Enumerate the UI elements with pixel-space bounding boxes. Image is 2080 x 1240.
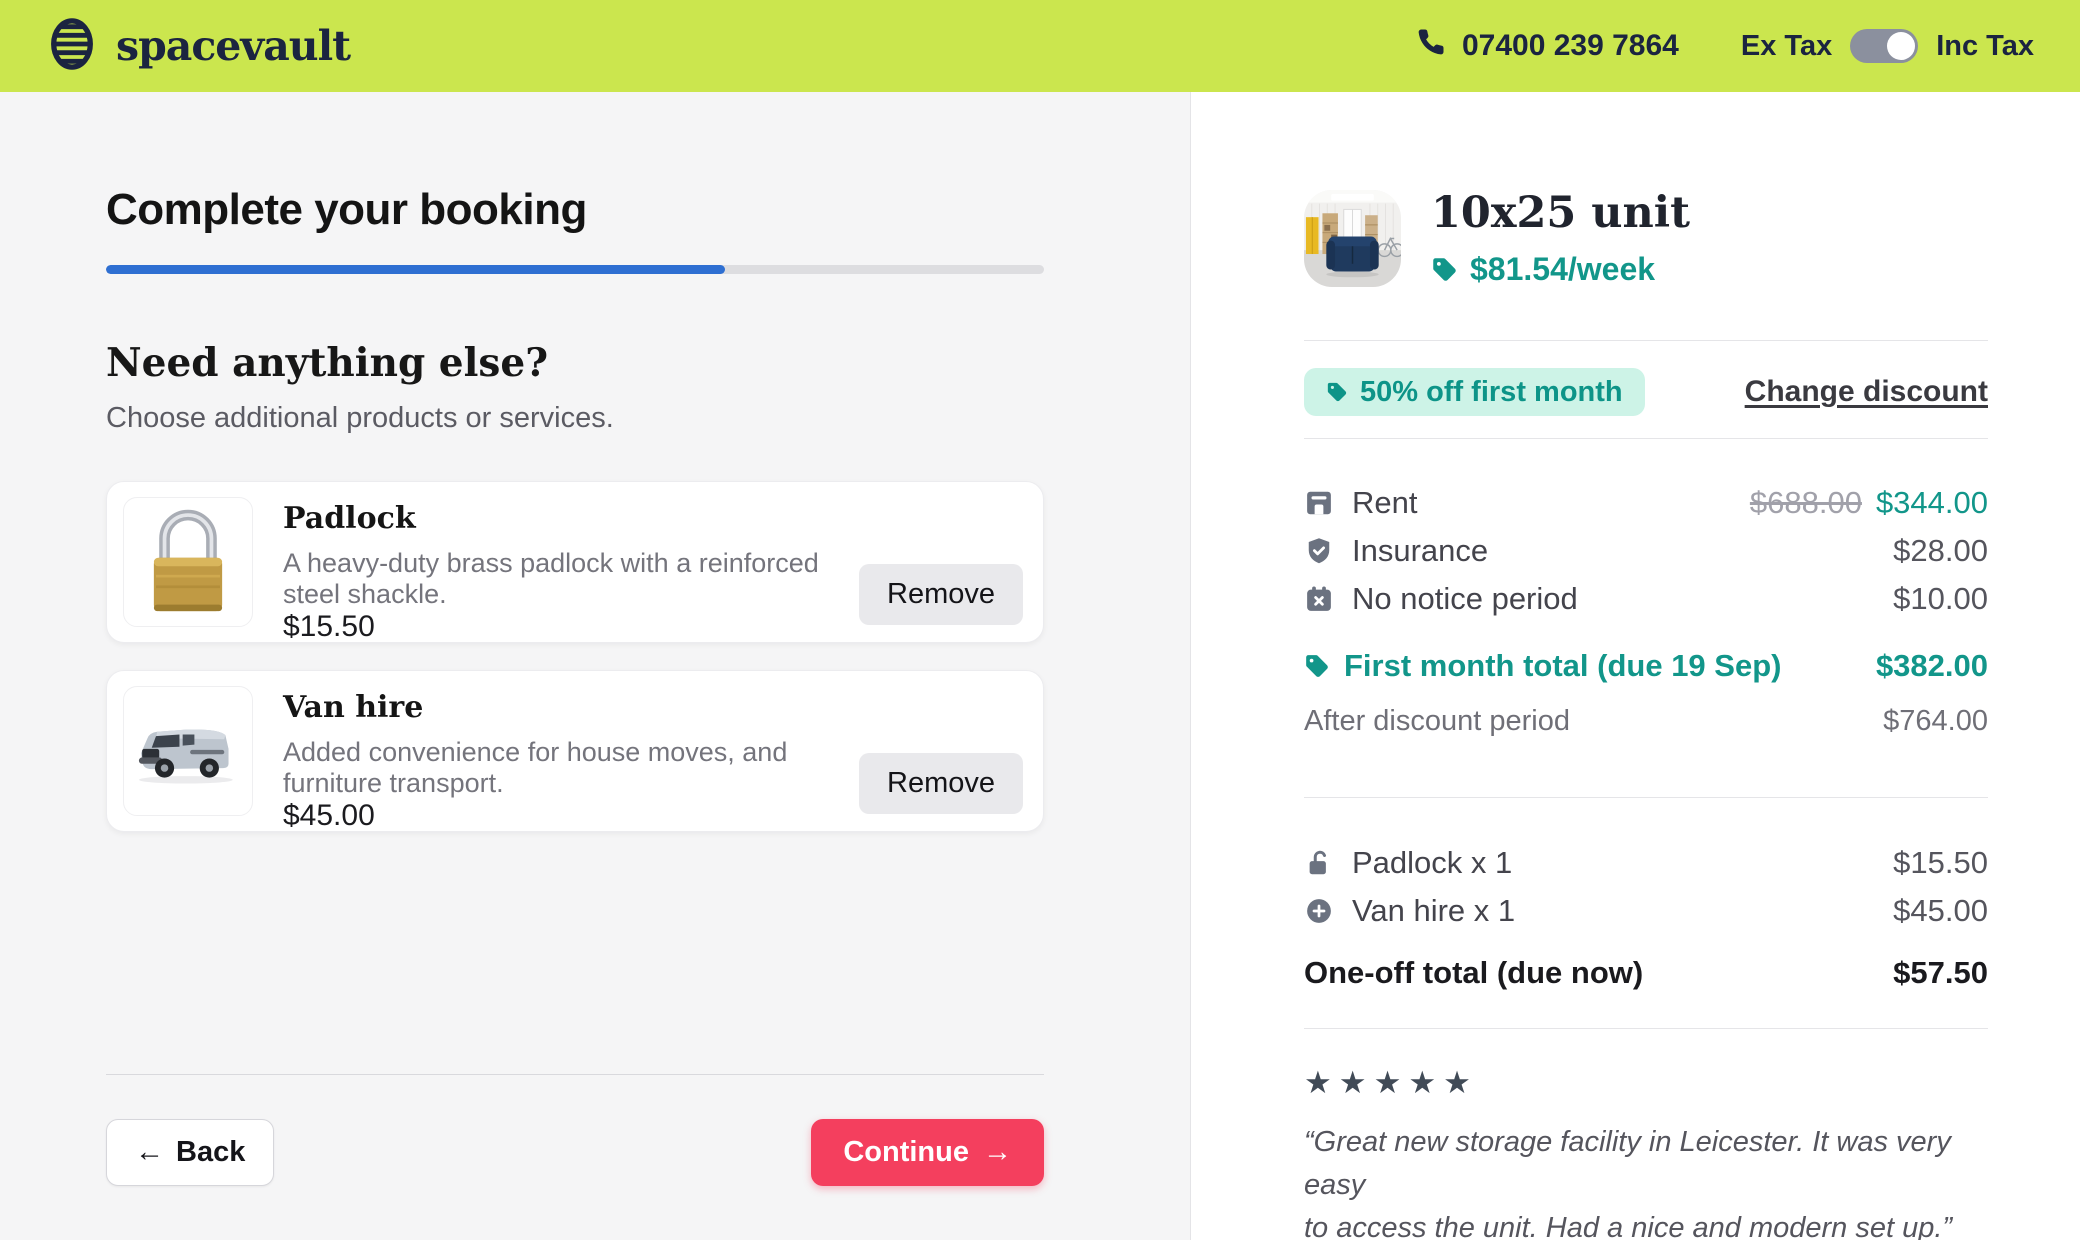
cost-label: Rent (1352, 485, 1417, 521)
first-month-total-price: $382.00 (1876, 648, 1988, 684)
discount-badge-label: 50% off first month (1360, 376, 1623, 409)
first-month-total-label: First month total (due 19 Sep) (1344, 648, 1781, 684)
unit-rate-text: $81.54/week (1470, 251, 1655, 288)
addon-info: Padlock A heavy-duty brass padlock with … (283, 497, 829, 627)
spacevault-logo-icon (46, 15, 98, 78)
one-off-total-label: One-off total (due now) (1304, 955, 1643, 991)
tax-toggle-group: Ex Tax Inc Tax (1741, 29, 2034, 63)
notice-price: $10.00 (1893, 581, 1988, 617)
header-right: 07400 239 7864 Ex Tax Inc Tax (1416, 27, 2034, 65)
divider (1304, 1028, 1988, 1029)
after-discount-label: After discount period (1304, 705, 1570, 738)
one-off-row-padlock: Padlock x 1 $15.50 (1304, 839, 1988, 887)
after-discount-price: $764.00 (1883, 705, 1988, 738)
addon-name: Padlock (283, 501, 829, 536)
summary-pane: 10x25 unit $81.54/week 50% off first mon… (1191, 92, 2080, 1240)
insurance-price: $28.00 (1893, 533, 1988, 569)
unit-rate: $81.54/week (1431, 251, 1690, 288)
discount-row: 50% off first month Change discount (1304, 368, 1988, 416)
addon-name: Van hire (283, 690, 829, 725)
footer-divider (106, 1074, 1044, 1075)
section-subtitle: Choose additional products or services. (106, 402, 1044, 435)
plus-circle-icon (1304, 896, 1334, 926)
arrow-left-icon: ← (135, 1136, 164, 1169)
rent-original-price: $688.00 (1750, 485, 1862, 520)
remove-button[interactable]: Remove (859, 753, 1023, 814)
footer-row: ← Back Continue → (106, 1119, 1044, 1186)
addon-price: $45.00 (283, 799, 829, 833)
phone-number: 07400 239 7864 (1462, 29, 1679, 63)
cost-label: Insurance (1352, 533, 1488, 569)
brand: spacevault (46, 15, 350, 78)
ex-tax-label: Ex Tax (1741, 30, 1832, 63)
addon-description: Added convenience for house moves, and f… (283, 737, 829, 799)
cost-row-rent: Rent $688.00 $344.00 (1304, 479, 1988, 527)
one-off-total-row: One-off total (due now) $57.50 (1304, 951, 1988, 995)
brand-name: spacevault (116, 22, 350, 70)
tax-toggle[interactable] (1850, 29, 1918, 63)
unit-header: 10x25 unit $81.54/week (1304, 190, 1988, 288)
remove-button[interactable]: Remove (859, 564, 1023, 625)
change-discount-link[interactable]: Change discount (1745, 375, 1988, 409)
van-photo (123, 686, 253, 816)
unit-info: 10x25 unit $81.54/week (1431, 190, 1690, 288)
shield-check-icon (1304, 536, 1334, 566)
review-quote-line: to access the unit. Had a nice and moder… (1304, 1212, 1952, 1240)
one-off-row-van: Van hire x 1 $45.00 (1304, 887, 1988, 935)
cost-rows: Rent $688.00 $344.00 Insurance $28.00 (1304, 479, 1988, 623)
addon-price: $15.50 (283, 610, 829, 644)
review-quote-line: “Great new storage facility in Leicester… (1304, 1126, 1951, 1201)
price-tag-icon (1431, 256, 1458, 283)
unit-photo (1304, 190, 1401, 287)
app-header: spacevault 07400 239 7864 Ex Tax Inc Tax (0, 0, 2080, 92)
addon-card-van: Van hire Added convenience for house mov… (106, 670, 1044, 832)
divider (1304, 340, 1988, 341)
padlock-photo (123, 497, 253, 627)
progress-bar (106, 265, 1044, 274)
inc-tax-label: Inc Tax (1936, 30, 2034, 63)
back-button[interactable]: ← Back (106, 1119, 274, 1186)
one-off-label: Van hire x 1 (1352, 893, 1515, 929)
first-month-total-row: First month total (due 19 Sep) $382.00 (1304, 645, 1988, 687)
one-off-price: $15.50 (1893, 845, 1988, 881)
calendar-x-icon (1304, 584, 1334, 614)
toggle-knob (1887, 32, 1915, 60)
divider (1304, 797, 1988, 798)
one-off-total-price: $57.50 (1893, 955, 1988, 991)
continue-label: Continue (843, 1136, 969, 1169)
tag-icon (1326, 381, 1348, 403)
review: ★★★★★ “Great new storage facility in Lei… (1304, 1065, 1988, 1240)
addon-card-padlock: Padlock A heavy-duty brass padlock with … (106, 481, 1044, 643)
continue-button[interactable]: Continue → (811, 1119, 1044, 1186)
discount-badge: 50% off first month (1304, 368, 1645, 416)
review-quote: “Great new storage facility in Leicester… (1304, 1121, 1988, 1240)
booking-pane: Complete your booking Need anything else… (0, 92, 1191, 1240)
star-rating: ★★★★★ (1304, 1065, 1988, 1101)
section-title: Need anything else? (106, 340, 1044, 386)
rent-price: $344.00 (1876, 485, 1988, 520)
cost-label: No notice period (1352, 581, 1578, 617)
one-off-label: Padlock x 1 (1352, 845, 1512, 881)
after-discount-row: After discount period $764.00 (1304, 701, 1988, 741)
page-title: Complete your booking (106, 184, 1044, 237)
arrow-right-icon: → (983, 1136, 1012, 1169)
padlock-icon (1304, 848, 1334, 878)
phone-contact[interactable]: 07400 239 7864 (1416, 27, 1679, 65)
cost-row-insurance: Insurance $28.00 (1304, 527, 1988, 575)
back-label: Back (176, 1136, 245, 1169)
storage-unit-icon (1304, 488, 1334, 518)
main: Complete your booking Need anything else… (0, 92, 2080, 1240)
phone-icon (1416, 27, 1446, 65)
addon-info: Van hire Added convenience for house mov… (283, 686, 829, 816)
addon-list: Padlock A heavy-duty brass padlock with … (106, 481, 1044, 832)
booking-content: Complete your booking Need anything else… (106, 92, 1044, 1186)
addon-description: A heavy-duty brass padlock with a reinfo… (283, 548, 829, 610)
progress-fill (106, 265, 725, 274)
divider (1304, 438, 1988, 439)
one-off-rows: Padlock x 1 $15.50 Van hire x 1 $45.00 (1304, 839, 1988, 935)
tag-icon (1304, 653, 1330, 679)
one-off-price: $45.00 (1893, 893, 1988, 929)
unit-name: 10x25 unit (1431, 190, 1690, 237)
cost-row-notice: No notice period $10.00 (1304, 575, 1988, 623)
